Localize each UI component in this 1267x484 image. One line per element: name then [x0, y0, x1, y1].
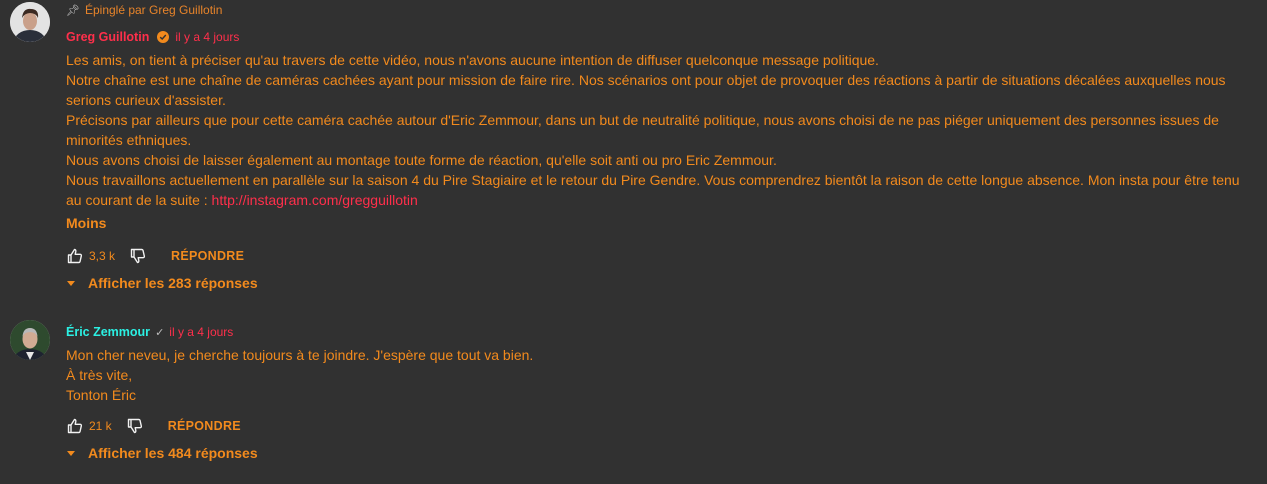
thumbs-up-icon	[67, 418, 83, 434]
comment-header: Éric Zemmour ✓ il y a 4 jours	[66, 323, 1255, 341]
author-name[interactable]: Éric Zemmour	[66, 325, 150, 339]
comment-line: Notre chaîne est une chaîne de caméras c…	[66, 72, 1226, 108]
comment-thread: Éric Zemmour ✓ il y a 4 jours Mon cher n…	[0, 320, 1267, 484]
caret-down-icon	[67, 450, 75, 456]
comment-body: Greg Guillotin il y a 4 jours Les amis, …	[66, 28, 1255, 231]
comment-header: Greg Guillotin il y a 4 jours	[66, 28, 1255, 46]
comment-text: Mon cher neveu, je cherche toujours à te…	[66, 345, 1255, 405]
reply-button[interactable]: RÉPONDRE	[171, 249, 244, 263]
comment-line: Les amis, on tient à préciser qu'au trav…	[66, 52, 879, 68]
timestamp[interactable]: il y a 4 jours	[175, 30, 239, 44]
comment-actions: 3,3 k RÉPONDRE	[66, 246, 1255, 266]
comment-line: À très vite,	[66, 367, 133, 383]
like-count: 21 k	[89, 419, 112, 433]
comment-line: Mon cher neveu, je cherche toujours à te…	[66, 347, 534, 363]
pinned-text: Épinglé par Greg Guillotin	[84, 3, 223, 17]
avatar[interactable]	[10, 2, 50, 42]
comment-line: Tonton Éric	[66, 387, 137, 403]
caret-down-icon	[67, 280, 75, 286]
view-replies-label: Afficher les 283 réponses	[88, 275, 258, 291]
dislike-button[interactable]	[129, 247, 147, 265]
timestamp[interactable]: il y a 4 jours	[169, 325, 233, 339]
thumbs-down-icon	[130, 248, 146, 264]
check-circle-icon	[157, 31, 170, 43]
like-count: 3,3 k	[89, 249, 116, 263]
view-replies-button[interactable]: Afficher les 283 réponses	[66, 275, 1255, 291]
pinned-label: 📌︎ Épinglé par Greg Guillotin	[66, 3, 222, 17]
verified-check-icon: ✓	[155, 326, 165, 339]
thumbs-down-icon	[127, 418, 142, 434]
thumbs-up-icon	[67, 248, 83, 264]
avatar[interactable]	[10, 320, 50, 360]
like-button[interactable]	[66, 247, 84, 265]
view-replies-button[interactable]: Afficher les 484 réponses	[66, 445, 1255, 461]
avatar-image	[10, 320, 50, 360]
comment-text: Les amis, on tient à préciser qu'au trav…	[66, 50, 1255, 210]
comment-thread: 📌︎ Épinglé par Greg Guillotin Greg Guill…	[0, 0, 1267, 300]
view-replies-label: Afficher les 484 réponses	[88, 445, 258, 461]
instagram-link[interactable]: http://instagram.com/gregguillotin	[212, 192, 418, 208]
comment-line: Nous avons choisi de laisser également a…	[66, 152, 777, 168]
author-name[interactable]: Greg Guillotin	[61, 29, 154, 45]
show-less-button[interactable]: Moins	[66, 215, 1255, 231]
reply-button[interactable]: RÉPONDRE	[168, 419, 241, 433]
like-button[interactable]	[66, 417, 84, 435]
avatar-image	[10, 2, 50, 42]
dislike-button[interactable]	[126, 417, 144, 435]
comment-body: Éric Zemmour ✓ il y a 4 jours Mon cher n…	[66, 323, 1255, 405]
comment-line: Précisons par ailleurs que pour cette ca…	[66, 112, 1219, 148]
comment-actions: 21 k RÉPONDRE	[66, 416, 1255, 436]
comment-line: Nous travaillons actuellement en parallè…	[66, 170, 1255, 210]
pin-icon: 📌︎	[66, 4, 80, 17]
